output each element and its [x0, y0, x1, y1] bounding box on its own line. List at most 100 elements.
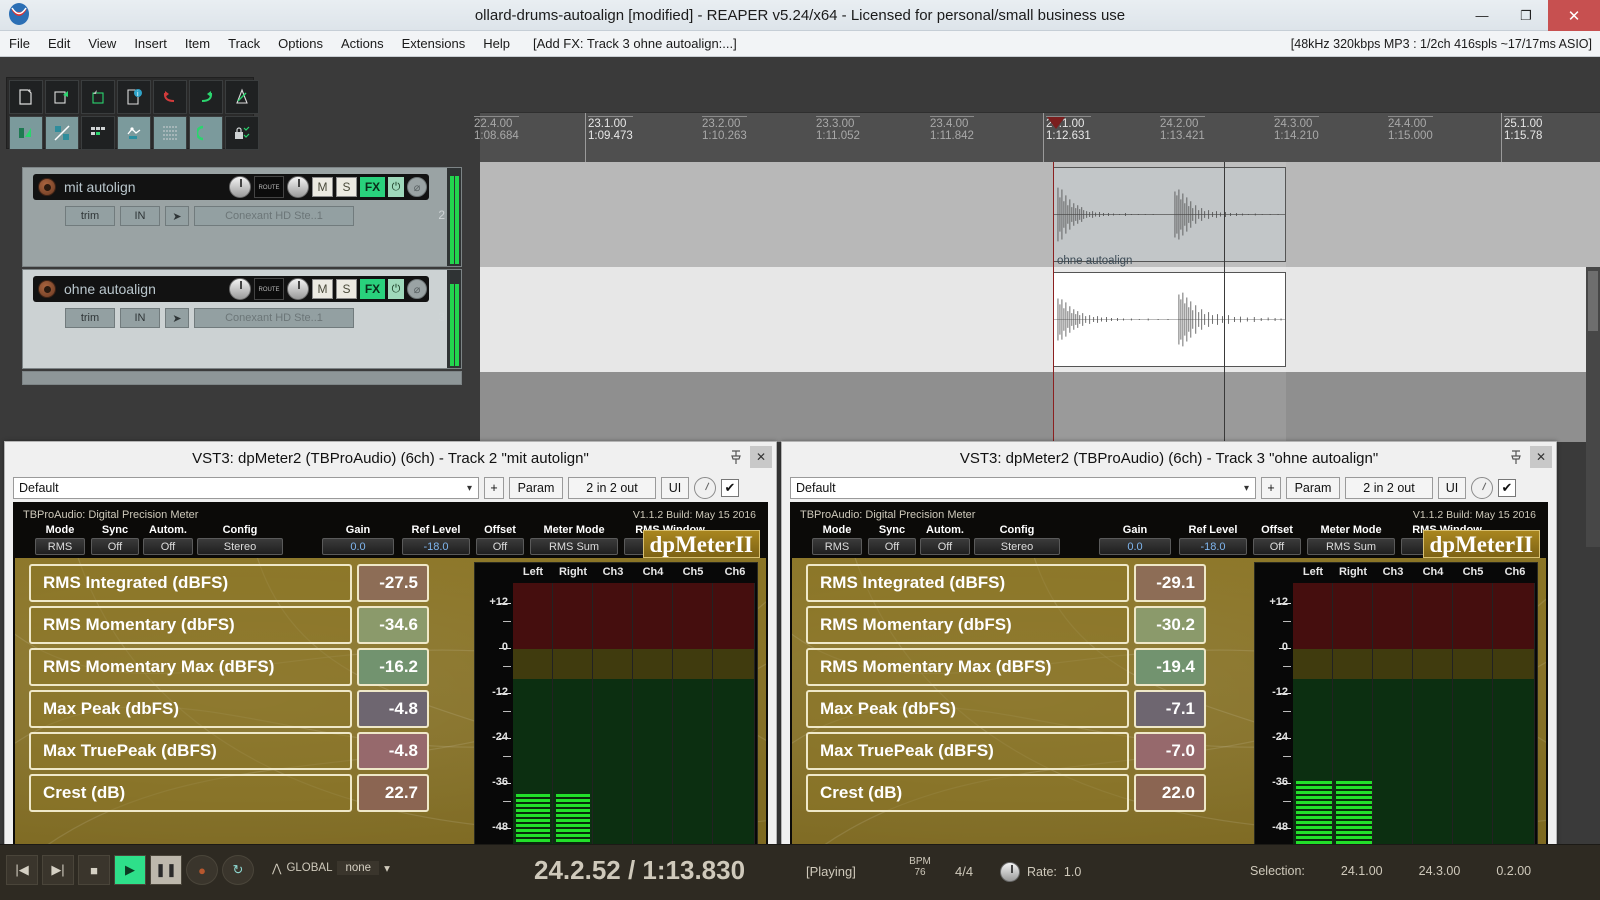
- chevron-down-icon[interactable]: ▾: [1244, 483, 1249, 494]
- menu-extensions[interactable]: Extensions: [393, 34, 475, 53]
- plugin-close-icon[interactable]: ✕: [1530, 446, 1552, 468]
- menu-view[interactable]: View: [79, 34, 125, 53]
- play-button[interactable]: ▶: [114, 855, 146, 885]
- pan-knob[interactable]: [287, 176, 309, 198]
- solo-button[interactable]: S: [336, 279, 357, 299]
- fx-bypass-icon[interactable]: ⏻: [388, 177, 404, 197]
- menu-track[interactable]: Track: [219, 34, 269, 53]
- pause-button[interactable]: ❚❚: [150, 855, 182, 885]
- control-mode-value[interactable]: RMS: [812, 538, 862, 555]
- project-settings-icon[interactable]: i: [117, 80, 151, 114]
- go-to-start-button[interactable]: |◀: [6, 855, 38, 885]
- plugin-close-icon[interactable]: ✕: [750, 446, 772, 468]
- trim-button[interactable]: trim: [65, 308, 115, 328]
- menu-item[interactable]: Item: [176, 34, 219, 53]
- track-row[interactable]: ohne autoalign ROUTE M S FX ⏻ ⌀ trim IN: [22, 269, 462, 369]
- plugin-window-track3[interactable]: VST3: dpMeter2 (TBProAudio) (6ch) - Trac…: [781, 441, 1557, 900]
- arrange-vertical-scrollbar[interactable]: [1586, 267, 1600, 547]
- selection-start[interactable]: 24.1.00: [1341, 864, 1383, 878]
- volume-knob[interactable]: [229, 278, 251, 300]
- add-preset-button[interactable]: +: [1261, 477, 1281, 499]
- trim-button[interactable]: trim: [65, 206, 115, 226]
- control-meter-mode-value[interactable]: RMS Sum: [1307, 538, 1395, 555]
- automation-icon[interactable]: [117, 116, 151, 150]
- arrange-view[interactable]: ohne autoalign: [480, 162, 1600, 547]
- dpmeter-ui-track3[interactable]: TBProAudio: Digital Precision Meter V1.1…: [790, 502, 1548, 896]
- control-autom[interactable]: Autom. Off: [920, 524, 970, 555]
- minimize-button[interactable]: —: [1460, 0, 1504, 31]
- menu-options[interactable]: Options: [269, 34, 332, 53]
- input-button[interactable]: IN: [120, 206, 160, 226]
- save-project-icon[interactable]: [81, 80, 115, 114]
- snap-icon[interactable]: [189, 116, 223, 150]
- timeline-ruler[interactable]: 22.4.00 1:08.684 23.1.00 1:09.473 23.2.0…: [474, 112, 1600, 163]
- control-meter-mode[interactable]: Meter Mode RMS Sum: [530, 524, 618, 555]
- media-item-track2[interactable]: [1053, 167, 1286, 262]
- control-config-value[interactable]: Stereo: [197, 538, 283, 555]
- menu-actions[interactable]: Actions: [332, 34, 393, 53]
- lock-icon[interactable]: [225, 116, 259, 150]
- control-gain[interactable]: Gain 0.0: [1099, 524, 1171, 555]
- arrange-lane-track4[interactable]: [480, 372, 1600, 442]
- control-mode[interactable]: Mode RMS: [812, 524, 862, 555]
- dpmeter-ui-track2[interactable]: TBProAudio: Digital Precision Meter V1.1…: [13, 502, 768, 896]
- readout-row[interactable]: RMS Integrated (dBFS) -29.1: [806, 564, 1206, 602]
- mute-button[interactable]: M: [312, 177, 333, 197]
- chevron-down-icon[interactable]: ▾: [384, 861, 390, 875]
- control-offset-value[interactable]: Off: [1253, 538, 1301, 555]
- control-autom[interactable]: Autom. Off: [143, 524, 193, 555]
- control-sync-value[interactable]: Off: [91, 538, 139, 555]
- selection-length[interactable]: 0.2.00: [1496, 864, 1531, 878]
- envelope-icon[interactable]: [9, 116, 43, 150]
- control-config-value[interactable]: Stereo: [974, 538, 1060, 555]
- grid-icon[interactable]: [153, 116, 187, 150]
- new-project-icon[interactable]: *: [9, 80, 43, 114]
- preset-select[interactable]: Default ▾: [790, 477, 1256, 499]
- volume-knob[interactable]: [229, 176, 251, 198]
- preset-knob-icon[interactable]: [694, 477, 716, 499]
- chevron-down-icon[interactable]: ▾: [467, 483, 472, 494]
- control-meter-mode-value[interactable]: RMS Sum: [530, 538, 618, 555]
- readout-row[interactable]: RMS Momentary Max (dBFS) -16.2: [29, 648, 429, 686]
- crossfade-icon[interactable]: [45, 116, 79, 150]
- maximize-button[interactable]: ❐: [1504, 0, 1548, 31]
- metronome-icon[interactable]: [225, 80, 259, 114]
- undo-icon[interactable]: [153, 80, 187, 114]
- input-fx-chain[interactable]: Conexant HD Ste..1: [194, 206, 354, 226]
- scrollbar-thumb[interactable]: [1588, 271, 1598, 331]
- control-sync[interactable]: Sync Off: [91, 524, 139, 555]
- control-sync[interactable]: Sync Off: [868, 524, 916, 555]
- param-button[interactable]: Param: [509, 477, 563, 499]
- record-arm-icon[interactable]: [38, 178, 56, 196]
- fx-button[interactable]: FX: [360, 279, 385, 299]
- input-button[interactable]: IN: [120, 308, 160, 328]
- selection-end[interactable]: 24.3.00: [1419, 864, 1461, 878]
- control-ref-level-value[interactable]: -18.0: [1179, 538, 1247, 555]
- menu-help[interactable]: Help: [474, 34, 519, 53]
- control-gain-value[interactable]: 0.0: [322, 538, 394, 555]
- io-button[interactable]: 2 in 2 out: [568, 477, 656, 499]
- control-mode-value[interactable]: RMS: [35, 538, 85, 555]
- record-arm-icon[interactable]: [38, 280, 56, 298]
- phase-invert-icon[interactable]: ⌀: [407, 177, 427, 197]
- pin-icon[interactable]: [726, 446, 746, 468]
- monitor-icon[interactable]: ➤: [165, 206, 189, 226]
- go-to-end-button[interactable]: ▶|: [42, 855, 74, 885]
- time-signature[interactable]: 4/4: [955, 864, 973, 879]
- control-gain-value[interactable]: 0.0: [1099, 538, 1171, 555]
- bpm-value[interactable]: 76: [905, 867, 935, 878]
- fx-button[interactable]: FX: [360, 177, 385, 197]
- control-config[interactable]: Config Stereo: [974, 524, 1060, 555]
- control-sync-value[interactable]: Off: [868, 538, 916, 555]
- readout-row[interactable]: Max TruePeak (dBFS) -7.0: [806, 732, 1206, 770]
- stop-button[interactable]: ■: [78, 855, 110, 885]
- track-header[interactable]: mit autolign ROUTE M S FX ⏻ ⌀: [33, 174, 429, 200]
- grouping-icon[interactable]: [81, 116, 115, 150]
- channel-meters-track2[interactable]: Left Right Ch3 Ch4 Ch5 Ch6 +12 0 -12 -24…: [474, 562, 758, 892]
- readout-row[interactable]: RMS Integrated (dBFS) -27.5: [29, 564, 429, 602]
- track-name-label[interactable]: ohne autoalign: [64, 281, 156, 297]
- repeat-button[interactable]: ↻: [222, 855, 254, 885]
- menu-edit[interactable]: Edit: [39, 34, 79, 53]
- control-autom-value[interactable]: Off: [920, 538, 970, 555]
- track-row-partial[interactable]: [22, 371, 462, 385]
